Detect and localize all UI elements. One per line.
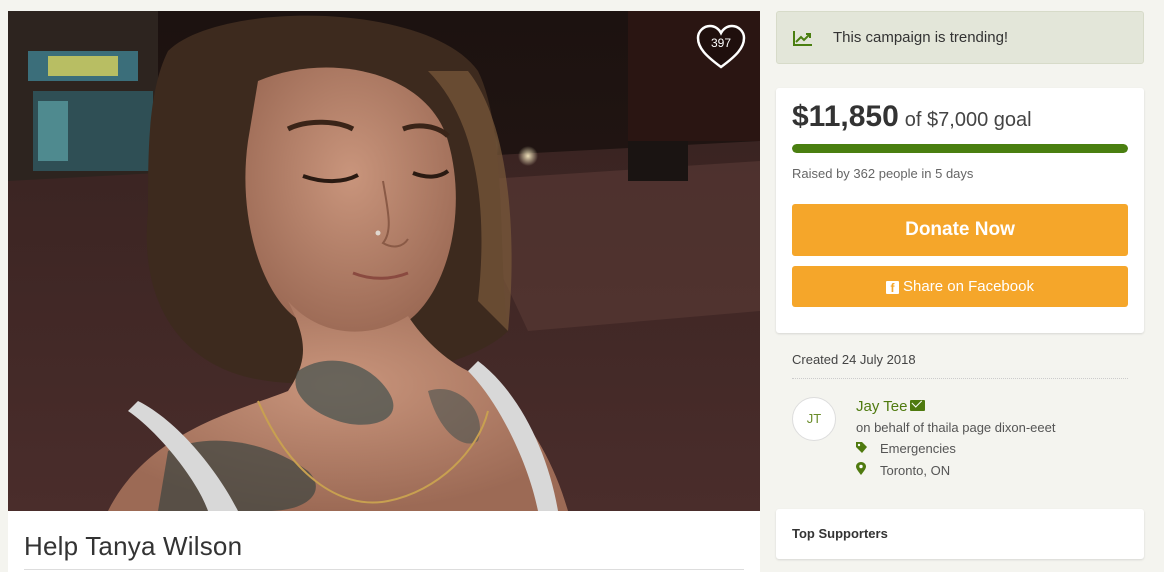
raised-by-text: Raised by 362 people in 5 days xyxy=(792,166,974,181)
goal-text: of $7,000 goal xyxy=(904,109,1032,131)
campaign-title: Help Tanya Wilson xyxy=(24,531,243,561)
progress-fill xyxy=(792,144,1128,153)
donate-now-button[interactable]: Donate Now xyxy=(792,204,1128,256)
trending-text: This campaign is trending! xyxy=(833,29,1009,46)
location-label: Toronto, ON xyxy=(880,463,951,478)
organizer-name-link[interactable]: Jay Tee xyxy=(856,398,926,415)
amount-raised: $11,850 xyxy=(792,100,899,133)
trending-chart-icon xyxy=(793,30,812,46)
top-supporters-heading: Top Supporters xyxy=(792,526,888,541)
campaign-title-card: Help Tanya Wilson xyxy=(8,511,760,572)
on-behalf-text: on behalf of thaila page dixon-eeet xyxy=(856,420,1056,435)
fundraising-card: $11,850 of $7,000 goal Raised by 362 peo… xyxy=(776,88,1144,333)
share-facebook-button[interactable]: f Share on Facebook xyxy=(792,266,1128,307)
trending-banner: This campaign is trending! xyxy=(776,11,1144,64)
top-supporters-card: Top Supporters xyxy=(776,509,1144,559)
category-label: Emergencies xyxy=(880,441,956,456)
facebook-icon: f xyxy=(886,281,900,295)
campaign-photo-scene xyxy=(8,11,760,511)
share-facebook-label: Share on Facebook xyxy=(903,278,1034,295)
amount-line: $11,850 of $7,000 goal xyxy=(792,100,1128,134)
progress-bar xyxy=(792,144,1128,153)
location-row: Toronto, ON xyxy=(856,462,950,478)
divider xyxy=(24,569,744,570)
like-count: 397 xyxy=(710,36,732,50)
divider xyxy=(792,378,1128,379)
category-row[interactable]: Emergencies xyxy=(856,441,956,456)
organizer-avatar: JT xyxy=(792,397,836,441)
organizer-name: Jay Tee xyxy=(856,398,908,415)
created-date: Created 24 July 2018 xyxy=(792,352,916,367)
tag-icon xyxy=(856,441,868,456)
envelope-icon[interactable] xyxy=(910,400,926,411)
campaign-photo: 397 xyxy=(8,11,760,511)
like-heart-button[interactable]: 397 xyxy=(696,24,746,70)
map-pin-icon xyxy=(856,462,868,478)
